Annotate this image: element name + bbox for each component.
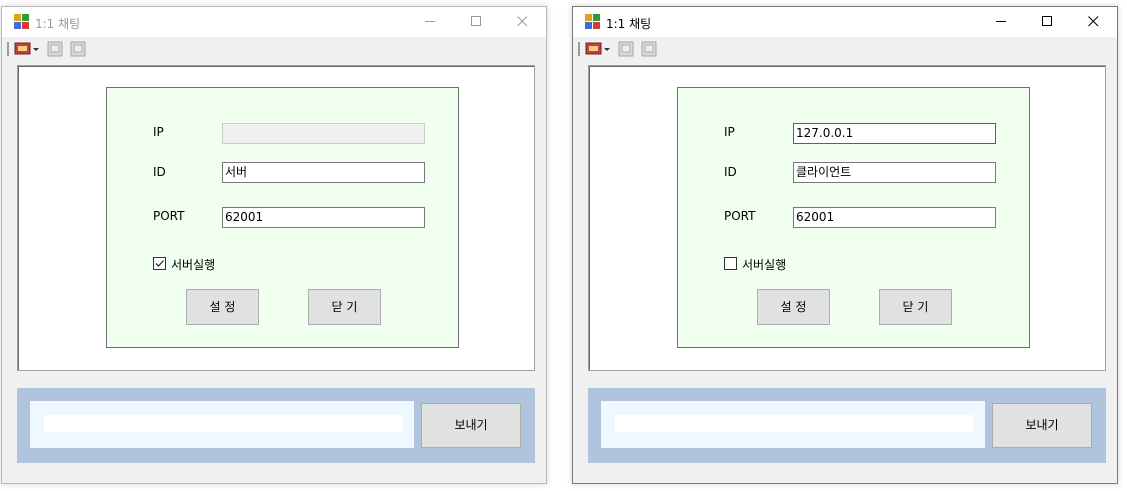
- close-button[interactable]: 닫 기: [879, 289, 952, 325]
- message-input[interactable]: [615, 415, 973, 432]
- set-button[interactable]: 설 정: [186, 289, 259, 325]
- ip-label: IP: [724, 125, 735, 139]
- port-input[interactable]: 62001: [222, 207, 425, 228]
- port-label: PORT: [724, 209, 756, 223]
- toolbar: [573, 38, 1117, 60]
- close-icon: [517, 16, 528, 27]
- port-label: PORT: [153, 209, 185, 223]
- settings-dropdown-icon[interactable]: [585, 41, 611, 57]
- toolbar-grip[interactable]: [7, 42, 9, 56]
- chat-window-client: 1:1 채팅 IP 127.0.0.1 ID 클라이언트 PORT 62001 …: [572, 6, 1118, 484]
- chat-input-area: 보내기: [17, 388, 535, 463]
- checkbox-box[interactable]: [153, 257, 166, 270]
- app-icon: [585, 14, 600, 29]
- check-icon: [155, 260, 164, 267]
- minimize-icon: [425, 21, 435, 22]
- content-area: IP 127.0.0.1 ID 클라이언트 PORT 62001 서버실행 설 …: [588, 65, 1106, 371]
- toolbar-grip[interactable]: [578, 42, 580, 56]
- disconnect-icon[interactable]: [70, 41, 86, 57]
- minimize-icon: [996, 21, 1006, 22]
- maximize-button[interactable]: [454, 7, 500, 37]
- server-run-label: 서버실행: [171, 258, 216, 272]
- chat-input-area: 보내기: [588, 388, 1106, 463]
- ip-input[interactable]: 127.0.0.1: [793, 123, 996, 144]
- checkbox-box[interactable]: [724, 257, 737, 270]
- maximize-button[interactable]: [1025, 7, 1071, 37]
- toolbar: [2, 38, 546, 60]
- title-bar[interactable]: 1:1 채팅: [573, 7, 1117, 37]
- port-input[interactable]: 62001: [793, 207, 996, 228]
- id-label: ID: [153, 165, 166, 179]
- settings-dropdown-icon[interactable]: [14, 41, 40, 57]
- close-window-button[interactable]: [500, 7, 546, 37]
- app-icon: [14, 14, 29, 29]
- chat-window-server: 1:1 채팅 IP ID 서버 PORT 62001 서버실행 설 정 닫 기 …: [1, 6, 547, 484]
- close-icon: [1088, 16, 1099, 27]
- minimize-button[interactable]: [979, 7, 1025, 37]
- close-window-button[interactable]: [1071, 7, 1117, 37]
- id-label: ID: [724, 165, 737, 179]
- send-button[interactable]: 보내기: [992, 403, 1092, 448]
- content-area: IP ID 서버 PORT 62001 서버실행 설 정 닫 기: [17, 65, 535, 371]
- id-input[interactable]: 서버: [222, 162, 425, 183]
- message-box-container: [30, 401, 414, 448]
- connection-settings-panel: IP ID 서버 PORT 62001 서버실행 설 정 닫 기: [106, 87, 459, 348]
- minimize-button[interactable]: [408, 7, 454, 37]
- ip-label: IP: [153, 125, 164, 139]
- connection-settings-panel: IP 127.0.0.1 ID 클라이언트 PORT 62001 서버실행 설 …: [677, 87, 1030, 348]
- connect-icon[interactable]: [47, 41, 63, 57]
- title-bar[interactable]: 1:1 채팅: [2, 7, 546, 37]
- maximize-icon: [1042, 16, 1052, 26]
- window-title: 1:1 채팅: [606, 17, 652, 31]
- server-run-label: 서버실행: [742, 258, 787, 272]
- set-button[interactable]: 설 정: [757, 289, 830, 325]
- message-box-container: [601, 401, 985, 448]
- send-button[interactable]: 보내기: [421, 403, 521, 448]
- id-input[interactable]: 클라이언트: [793, 162, 996, 183]
- close-button[interactable]: 닫 기: [308, 289, 381, 325]
- ip-input[interactable]: [222, 123, 425, 144]
- message-input[interactable]: [44, 415, 402, 432]
- window-title: 1:1 채팅: [35, 17, 81, 31]
- disconnect-icon[interactable]: [641, 41, 657, 57]
- maximize-icon: [471, 16, 481, 26]
- connect-icon[interactable]: [618, 41, 634, 57]
